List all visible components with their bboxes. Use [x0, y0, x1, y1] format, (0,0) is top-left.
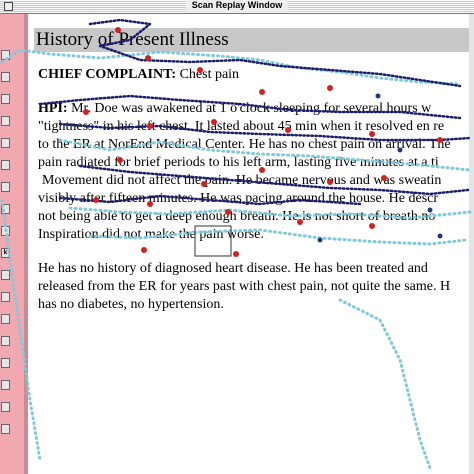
tool-button[interactable] [1, 336, 10, 346]
sidebar-edge [24, 14, 28, 474]
history-line-1: He has no history of diagnosed heart dis… [38, 261, 428, 276]
hpi-label: HPI: [38, 101, 68, 116]
close-box[interactable] [4, 2, 13, 11]
hpi-line-8: Inspiration did not make the pain worse. [38, 227, 264, 242]
tool-button[interactable] [1, 226, 10, 236]
chief-complaint-value: Chest pain [179, 67, 240, 82]
tool-button[interactable] [1, 380, 10, 390]
hpi-line-2: "tightness" in his left chest. It lasted… [38, 119, 445, 134]
hpi-line-6: visibly after fifteen minutes. He was pa… [38, 191, 439, 206]
window-titlebar[interactable]: Scan Replay Window [0, 0, 474, 14]
tool-button[interactable] [1, 270, 10, 280]
tool-button[interactable] [1, 94, 10, 104]
tool-button[interactable] [1, 292, 10, 302]
tool-button[interactable] [1, 160, 10, 170]
tool-button[interactable]: k [1, 248, 10, 258]
tool-button[interactable] [1, 72, 10, 82]
section-heading: History of Present Illness [34, 28, 474, 52]
chief-complaint: CHIEF COMPLAINT: Chest pain [38, 67, 239, 83]
vertical-scrollbar[interactable] [469, 14, 474, 474]
hpi-line-7: not being able to get a deep enough brea… [38, 209, 436, 224]
history-line-2: released from the ER for years past with… [38, 279, 451, 294]
tool-button[interactable] [1, 424, 10, 434]
hpi-line-1: HPI: Mr. Doe was awakened at 1 o'clock s… [38, 100, 431, 118]
document-area: History of Present Illness CHIEF COMPLAI… [34, 14, 474, 474]
window-title: Scan Replay Window [185, 0, 289, 13]
hpi-line-4: pain radiated for brief periods to his l… [38, 155, 439, 170]
hpi-line-3: to the ER at NorEnd Medical Center. He h… [38, 137, 451, 152]
tool-button[interactable] [1, 50, 10, 60]
hpi-text: Mr. Doe was awakened at 1 o'clock sleepi… [71, 101, 432, 116]
chief-complaint-label: CHIEF COMPLAINT: [38, 67, 177, 82]
tool-button[interactable] [1, 138, 10, 148]
history-line-3: has no diabetes, no hypertension. [38, 297, 224, 312]
tool-button[interactable] [1, 182, 10, 192]
tool-button[interactable] [1, 402, 10, 412]
hpi-line-5: Movement did not affect the pain. He bec… [42, 173, 442, 188]
tool-button[interactable] [1, 204, 10, 214]
tool-button[interactable] [1, 314, 10, 324]
tool-button[interactable] [1, 116, 10, 126]
tool-button[interactable] [1, 358, 10, 368]
